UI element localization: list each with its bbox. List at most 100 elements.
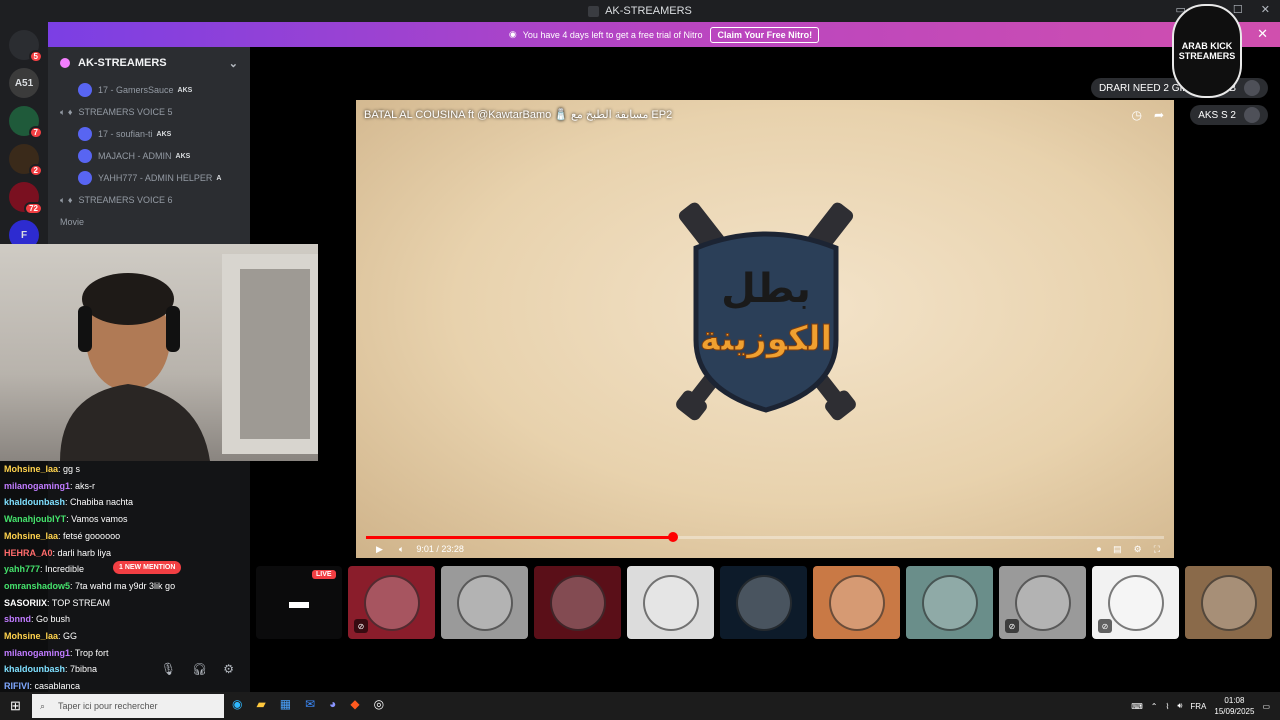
server-label: A51 bbox=[14, 77, 34, 89]
file-explorer-icon[interactable]: ▰ bbox=[256, 697, 265, 711]
claim-nitro-button[interactable]: Claim Your Free Nitro! bbox=[710, 26, 820, 43]
chat-text: : fetsé goooooo bbox=[58, 530, 121, 541]
participant-tile[interactable] bbox=[720, 566, 807, 639]
play-icon[interactable]: ▶ bbox=[376, 544, 383, 555]
participant-tiles: ▬ ⊘ ⊘ ⊘ bbox=[256, 566, 1280, 640]
chat-username: RIFIVI bbox=[4, 681, 30, 692]
chat-text: : gg s bbox=[58, 464, 81, 474]
video-progress-bar[interactable] bbox=[366, 532, 1164, 542]
volume-icon[interactable]: 🔈︎ bbox=[399, 544, 404, 555]
keyboard-icon[interactable]: ⌨ bbox=[1131, 702, 1143, 711]
role-tag: AKS bbox=[156, 130, 172, 138]
clock[interactable]: 01:08 15/09/2025 bbox=[1214, 695, 1254, 717]
voice-channel[interactable]: 🔈︎ ♦ STREAMERS VOICE 6 bbox=[48, 189, 250, 211]
pill-label: AKS S 2 bbox=[1198, 109, 1236, 121]
taskbar-search-input[interactable]: ⌕ Taper ici pour rechercher bbox=[32, 694, 224, 718]
avatar bbox=[363, 574, 420, 631]
chat-message: khaldounbash: Chabiba nachta bbox=[4, 494, 250, 511]
nitro-message: You have 4 days left to get a free trial… bbox=[522, 29, 703, 40]
row-label: 17 - GamersSauce bbox=[98, 85, 174, 95]
nitro-icon: ◉ bbox=[508, 29, 517, 39]
start-icon[interactable]: ⊞ bbox=[10, 698, 21, 714]
category-header[interactable]: Movie bbox=[48, 211, 250, 233]
window-title: AK-STREAMERS bbox=[605, 5, 692, 17]
maximize-icon[interactable]: ☐ bbox=[1233, 3, 1243, 16]
obs-icon[interactable]: ◎ bbox=[374, 697, 384, 711]
nitro-banner: ◉ You have 4 days left to get a free tri… bbox=[48, 22, 1280, 47]
chat-username: SASORIIX bbox=[4, 597, 48, 608]
voice-member[interactable]: 17 - soufian-ti AKS bbox=[48, 123, 250, 145]
logo-line1: بطل bbox=[721, 266, 811, 312]
webcam-overlay bbox=[0, 244, 318, 461]
language-indicator[interactable]: FRA bbox=[1190, 702, 1206, 711]
notifications-icon[interactable]: ▭ bbox=[1262, 702, 1270, 711]
participant-tile[interactable] bbox=[906, 566, 993, 639]
participant-tile[interactable] bbox=[627, 566, 714, 639]
headset-icon[interactable]: 🎧︎ bbox=[192, 662, 207, 676]
voice-member[interactable]: 17 - GamersSauce AKS bbox=[48, 79, 250, 101]
participant-tile[interactable] bbox=[1185, 566, 1272, 639]
voice-member[interactable]: YAHH777 - ADMIN HELPER A bbox=[48, 167, 250, 189]
server-icon[interactable]: 72 bbox=[9, 182, 43, 215]
avatar bbox=[828, 574, 885, 631]
streamer-logo-overlay: ARAB KICK STREAMERS bbox=[1172, 4, 1242, 98]
mail-icon[interactable]: ✉ bbox=[305, 697, 315, 711]
avatar bbox=[735, 574, 792, 631]
brave-icon[interactable]: ◆ bbox=[350, 697, 359, 711]
chat-username: WanahjoubIYT bbox=[4, 514, 67, 525]
store-icon[interactable]: ▦ bbox=[280, 697, 291, 711]
fullscreen-icon[interactable]: ⛶ bbox=[1154, 544, 1160, 555]
voice-channel[interactable]: 🔈︎ ♦ STREAMERS VOICE 5 bbox=[48, 101, 250, 123]
voice-member[interactable]: MAJACH - ADMIN AKS bbox=[48, 145, 250, 167]
server-badge: 72 bbox=[24, 202, 43, 215]
close-icon[interactable]: ✕ bbox=[1261, 3, 1270, 16]
video-time: 9:01 / 23:28 bbox=[416, 544, 464, 554]
autoplay-toggle[interactable]: ⏺ bbox=[1097, 544, 1102, 555]
avatar bbox=[1244, 80, 1260, 96]
discord-taskbar-icon[interactable]: ◕ bbox=[329, 697, 336, 711]
progress-fill bbox=[366, 536, 674, 539]
server-icon[interactable]: 2 bbox=[9, 144, 43, 177]
video-player[interactable]: BATAL AL COUSINA ft @KawtarBamo 🧂 مسابقة… bbox=[356, 100, 1174, 558]
muted-icon: ⊘ bbox=[1098, 619, 1112, 633]
server-icon[interactable]: 7 bbox=[9, 106, 43, 139]
server-badge: 2 bbox=[28, 164, 43, 177]
network-icon[interactable]: ⌇ bbox=[1165, 702, 1169, 711]
chat-text: : aks-r bbox=[70, 480, 96, 491]
edge-icon[interactable]: ◉ bbox=[232, 697, 242, 711]
subtitles-icon[interactable]: ▤ bbox=[1113, 544, 1122, 555]
chat-text: : Go bush bbox=[31, 614, 71, 625]
participant-tile[interactable]: ⊘ bbox=[1092, 566, 1179, 639]
chat-username: Mohsine_laa bbox=[4, 530, 59, 541]
server-badge: 5 bbox=[28, 50, 43, 63]
chat-username: milanogaming1 bbox=[4, 480, 71, 491]
server-header[interactable]: AK-STREAMERS ⌄ bbox=[48, 47, 250, 79]
settings-icon[interactable]: ⚙ bbox=[1134, 544, 1142, 555]
participant-tile[interactable] bbox=[813, 566, 900, 639]
participant-tile[interactable] bbox=[441, 566, 528, 639]
chat-message: HEHRA_A0: darli harb liya bbox=[4, 545, 250, 562]
server-icon[interactable]: A51 bbox=[9, 68, 39, 98]
user-control-panel: 🎙︎ 🎧︎ ⚙ bbox=[0, 656, 250, 682]
volume-tray-icon[interactable]: 🔊︎ bbox=[1177, 701, 1182, 711]
avatar bbox=[1244, 107, 1260, 123]
participant-tile[interactable]: ⊘ bbox=[999, 566, 1086, 639]
chevron-down-icon[interactable]: ⌄ bbox=[229, 57, 238, 70]
close-banner-icon[interactable]: ✕ bbox=[1257, 26, 1268, 42]
speaker-icon: 🔈︎ ♦ bbox=[60, 194, 73, 205]
microphone-icon[interactable]: 🎙︎ bbox=[161, 662, 176, 676]
server-icon[interactable]: 5 bbox=[9, 30, 43, 63]
avatar bbox=[78, 171, 92, 185]
chat-message: Mohsine_laa: gg s bbox=[4, 461, 250, 478]
chevron-up-icon[interactable]: ⌃ bbox=[1151, 702, 1158, 711]
chat-username: HEHRA_A0 bbox=[4, 547, 53, 558]
voice-pill-aks[interactable]: AKS S 2 bbox=[1190, 105, 1268, 125]
chat-text: : TOP STREAM bbox=[47, 597, 111, 608]
server-label: F bbox=[20, 229, 28, 241]
row-label: Movie bbox=[60, 217, 85, 227]
participant-tile[interactable]: ⊘ bbox=[348, 566, 435, 639]
new-mention-badge[interactable]: 1 NEW MENTION bbox=[113, 561, 182, 574]
participant-tile[interactable] bbox=[534, 566, 621, 639]
show-logo: بطل الكوزينة bbox=[676, 202, 856, 421]
user-settings-icon[interactable]: ⚙ bbox=[223, 662, 234, 676]
